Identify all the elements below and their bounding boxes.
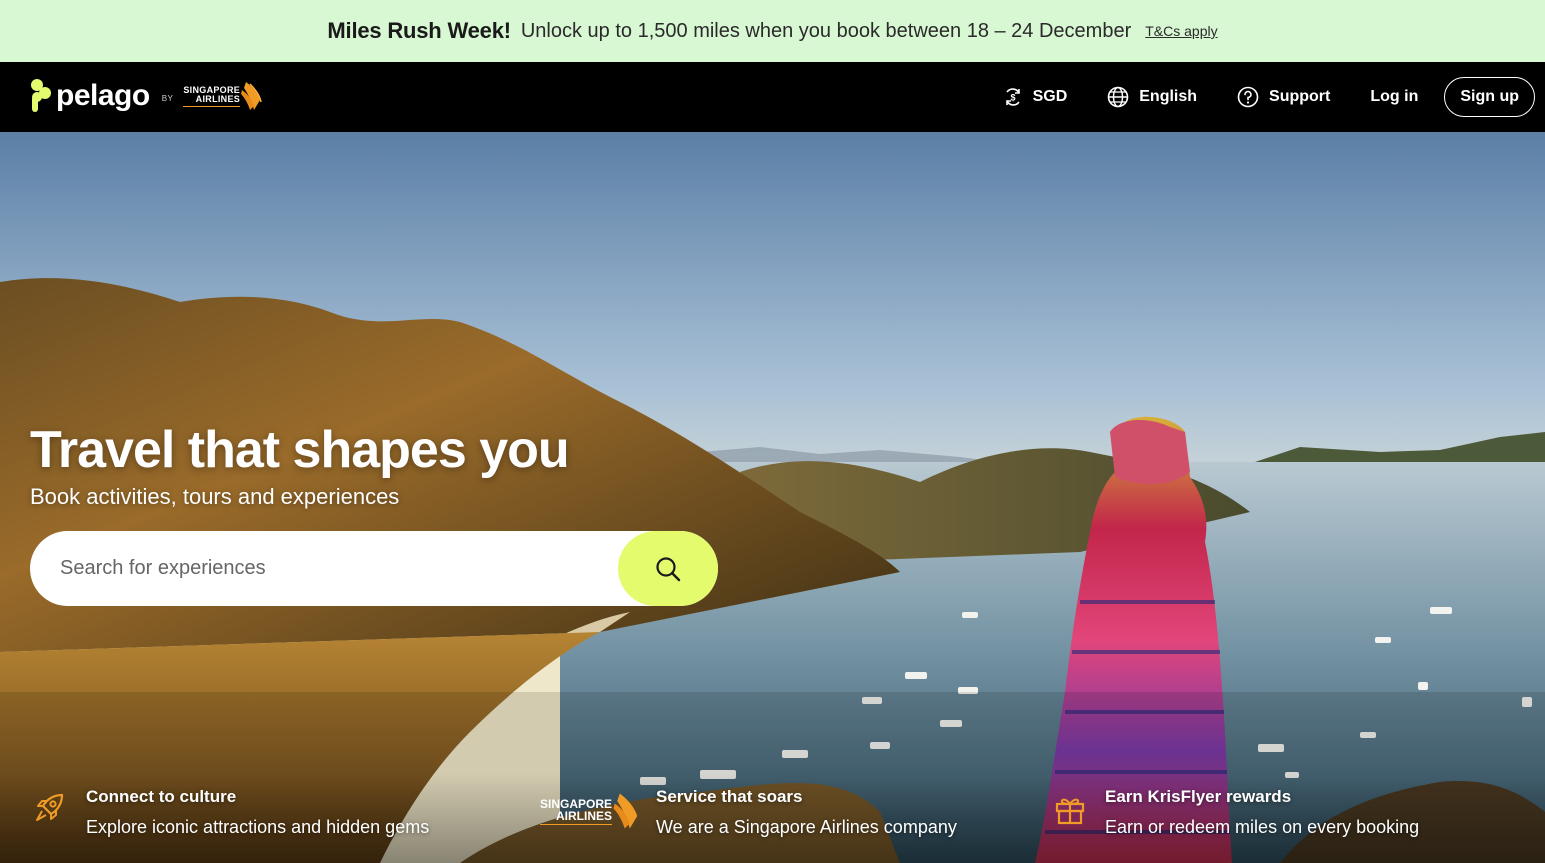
help-icon	[1237, 86, 1259, 108]
feature-title: Service that soars	[656, 787, 803, 806]
feature-title: Earn KrisFlyer rewards	[1105, 787, 1292, 806]
language-label: English	[1139, 88, 1198, 105]
pelago-mark-icon	[28, 78, 52, 114]
feature-rewards: Earn KrisFlyer rewards Earn or redeem mi…	[1052, 787, 1419, 838]
search-icon	[656, 556, 681, 581]
currency-selector[interactable]: $ SGD	[1003, 87, 1068, 107]
hero-subtitle: Book activities, tours and experiences	[30, 484, 400, 509]
search-input[interactable]	[30, 557, 610, 580]
login-link[interactable]: Log in	[1370, 88, 1418, 106]
feature-desc: Explore iconic attractions and hidden ge…	[86, 817, 430, 837]
support-link[interactable]: Support	[1237, 86, 1330, 108]
hero-title: Travel that shapes you	[30, 421, 570, 479]
language-selector[interactable]: English	[1107, 86, 1197, 108]
sq-bird-icon	[613, 793, 638, 829]
partner-line2: AIRLINES	[195, 93, 241, 104]
feature-strip: Connect to culture Explore iconic attrac…	[0, 773, 1545, 863]
singapore-airlines-logo: SINGAPORE AIRLINES	[540, 791, 640, 831]
feature-service: SINGAPORE AIRLINES Service that soars We…	[540, 787, 957, 838]
brand-by: BY	[161, 93, 174, 103]
support-label: Support	[1269, 88, 1331, 105]
pelago-logo[interactable]: pelago BY SINGAPORE AIRLINES	[28, 76, 262, 116]
feature-desc: Earn or redeem miles on every booking	[1105, 817, 1420, 837]
feature-title: Connect to culture	[86, 787, 237, 806]
logo-line2: AIRLINES	[556, 808, 613, 823]
terms-link[interactable]: T&Cs apply	[1145, 23, 1217, 39]
currency-icon: $	[1005, 88, 1020, 106]
gift-icon	[1055, 798, 1085, 825]
globe-icon	[1107, 86, 1129, 108]
singapore-airlines-logo: SINGAPORE AIRLINES	[183, 80, 262, 112]
promo-text: Unlock up to 1,500 miles when you book b…	[520, 19, 1132, 42]
sq-bird-icon	[241, 82, 262, 110]
currency-label: SGD	[1032, 88, 1068, 105]
feature-desc: We are a Singapore Airlines company	[656, 817, 957, 837]
search-bar	[30, 531, 718, 606]
feature-culture: Connect to culture Explore iconic attrac…	[32, 787, 429, 838]
promo-banner: Miles Rush Week! Unlock up to 1,500 mile…	[0, 0, 1545, 62]
search-button[interactable]	[618, 531, 718, 606]
brand-name: pelago	[56, 79, 150, 112]
promo-title: Miles Rush Week!	[327, 18, 511, 43]
hero-section: Travel that shapes you Book activities, …	[0, 132, 1545, 863]
signup-button[interactable]: Sign up	[1444, 77, 1535, 117]
svg-text:$: $	[1010, 93, 1015, 103]
top-nav: pelago BY SINGAPORE AIRLINES $ SGD Engli…	[0, 62, 1545, 132]
rocket-icon	[36, 793, 64, 821]
